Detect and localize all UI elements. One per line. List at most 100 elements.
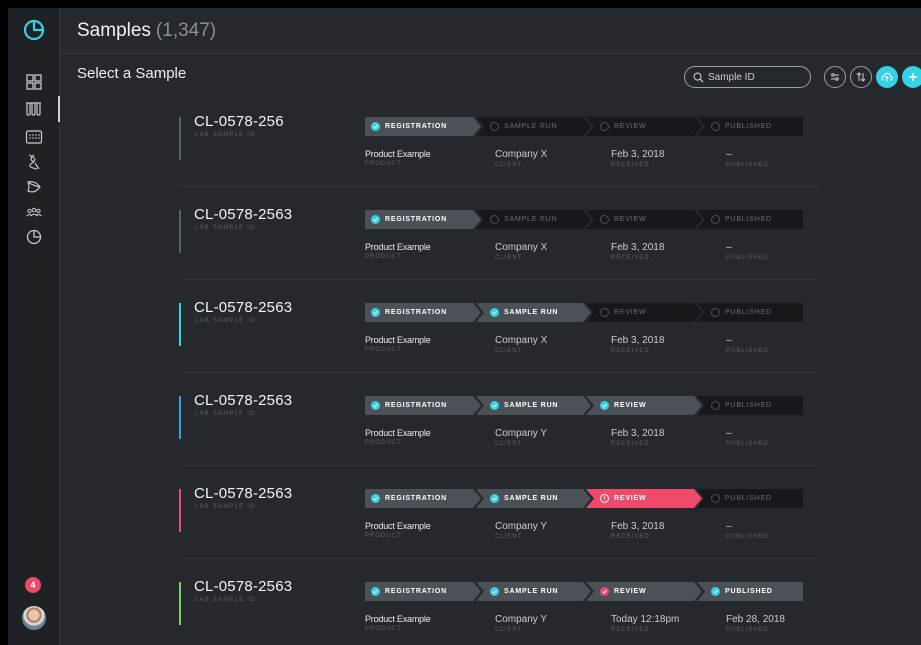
stage-registration[interactable]: Registration: [365, 489, 481, 508]
search-icon: [693, 72, 704, 83]
check-icon: [372, 495, 379, 502]
sample-id: CL-0578-2563: [194, 392, 293, 409]
field-product: Product Example PRODUCT: [365, 614, 431, 632]
sample-row[interactable]: CL-0578-256 LAB SAMPLE ID Registration Samp…: [179, 94, 818, 187]
received-value: Feb 3, 2018: [611, 149, 665, 160]
field-published: Feb 28, 2018 PUBLISHED: [726, 614, 785, 633]
stage-status-icon: [371, 494, 380, 503]
sample-row[interactable]: CL-0578-2563 LAB SAMPLE ID Registration Sam…: [179, 280, 818, 373]
stage-status-icon: [711, 215, 720, 224]
field-product: Product Example PRODUCT: [365, 521, 431, 539]
plus-icon: [909, 73, 917, 81]
check-icon: [491, 309, 498, 316]
received-label: RECEIVED: [611, 534, 650, 540]
upload-button[interactable]: [876, 66, 898, 88]
search-box[interactable]: [684, 66, 811, 88]
stage-published[interactable]: Published: [697, 303, 803, 322]
field-client: Company X CLIENT: [495, 242, 547, 261]
stage-label: Published: [725, 309, 772, 316]
nav-plants[interactable]: [20, 174, 48, 200]
stage-sample-run[interactable]: Sample Run: [476, 210, 591, 229]
check-icon: [601, 588, 608, 595]
add-sample-button[interactable]: [902, 66, 921, 88]
stage-status-icon: [600, 215, 609, 224]
published-value: –: [726, 335, 732, 346]
product-value: Product Example: [365, 614, 431, 624]
stage-review[interactable]: Review: [586, 489, 702, 508]
notification-badge[interactable]: 4: [25, 577, 41, 593]
search-input[interactable]: [708, 71, 808, 83]
product-value: Product Example: [365, 242, 431, 252]
product-label: PRODUCT: [365, 626, 402, 632]
dashboard-icon: [26, 74, 42, 90]
stage-label: Registration: [385, 309, 447, 316]
stage-status-icon: [600, 122, 609, 131]
client-label: CLIENT: [495, 255, 523, 261]
nav-dashboard[interactable]: [20, 69, 48, 95]
stage-review[interactable]: Review: [586, 582, 702, 601]
stage-label: Published: [725, 216, 772, 223]
stage-review[interactable]: Review: [586, 303, 702, 322]
client-value: Company Y: [495, 428, 548, 439]
sort-icon: [856, 72, 866, 82]
field-product: Product Example PRODUCT: [365, 335, 431, 353]
sort-button[interactable]: [850, 66, 872, 88]
sample-row[interactable]: CL-0578-2563 LAB SAMPLE ID Registration Sam…: [179, 187, 818, 280]
stage-published[interactable]: Published: [697, 489, 803, 508]
sample-id-label: LAB SAMPLE ID: [195, 318, 256, 324]
published-label: PUBLISHED: [726, 255, 770, 261]
nav-dna[interactable]: [20, 149, 48, 175]
field-product: Product Example PRODUCT: [365, 242, 431, 260]
user-avatar[interactable]: [22, 606, 46, 630]
received-label: RECEIVED: [611, 348, 650, 354]
check-icon: [372, 216, 379, 223]
field-published: – PUBLISHED: [726, 428, 769, 447]
client-value: Company Y: [495, 521, 548, 532]
nav-reports[interactable]: [20, 224, 48, 250]
field-published: – PUBLISHED: [726, 335, 769, 354]
stage-label: Sample Run: [504, 309, 559, 316]
stage-label: Published: [725, 123, 772, 130]
stage-registration[interactable]: Registration: [365, 210, 481, 229]
nav-samples[interactable]: [20, 96, 48, 122]
stage-registration[interactable]: Registration: [365, 396, 481, 415]
stage-registration[interactable]: Registration: [365, 117, 481, 136]
stage-sample-run[interactable]: Sample Run: [476, 303, 591, 322]
stage-published[interactable]: Published: [697, 396, 803, 415]
stage-status-icon: [371, 401, 380, 410]
stage-published[interactable]: Published: [697, 210, 803, 229]
stage-registration[interactable]: Registration: [365, 303, 481, 322]
status-color-bar: [179, 210, 181, 253]
stage-review[interactable]: Review: [586, 210, 702, 229]
published-label: PUBLISHED: [726, 534, 770, 540]
stage-sample-run[interactable]: Sample Run: [476, 489, 591, 508]
sample-row[interactable]: CL-0578-2563 LAB SAMPLE ID Registration Sam…: [179, 466, 818, 559]
samples-icon: [26, 102, 41, 116]
nav-users[interactable]: [20, 199, 48, 225]
published-value: –: [726, 242, 732, 253]
sample-count: (1,347): [155, 19, 217, 41]
filter-button[interactable]: [824, 66, 846, 88]
stage-status-icon: [711, 587, 720, 596]
field-published: – PUBLISHED: [726, 149, 769, 168]
stage-label: Review: [614, 588, 647, 595]
stage-review[interactable]: Review: [586, 117, 702, 136]
stage-published[interactable]: Published: [697, 582, 803, 601]
stage-sample-run[interactable]: Sample Run: [476, 117, 591, 136]
sample-row[interactable]: CL-0578-2563 LAB SAMPLE ID Registration Sam…: [179, 559, 818, 645]
stage-published[interactable]: Published: [697, 117, 803, 136]
stage-sample-run[interactable]: Sample Run: [476, 396, 591, 415]
published-label: PUBLISHED: [726, 627, 770, 633]
sample-row[interactable]: CL-0578-2563 LAB SAMPLE ID Registration Sam…: [179, 373, 818, 466]
stage-status-icon: [711, 122, 720, 131]
stage-registration[interactable]: Registration: [365, 582, 481, 601]
app-logo-icon[interactable]: [22, 18, 46, 42]
stage-review[interactable]: Review: [586, 396, 702, 415]
field-client: Company Y CLIENT: [495, 614, 547, 633]
stage-sample-run[interactable]: Sample Run: [476, 582, 591, 601]
published-value: –: [726, 521, 732, 532]
sample-id-label: LAB SAMPLE ID: [195, 504, 256, 510]
field-published: – PUBLISHED: [726, 242, 769, 261]
nav-plates[interactable]: [20, 124, 48, 150]
field-client: Company X CLIENT: [495, 335, 547, 354]
